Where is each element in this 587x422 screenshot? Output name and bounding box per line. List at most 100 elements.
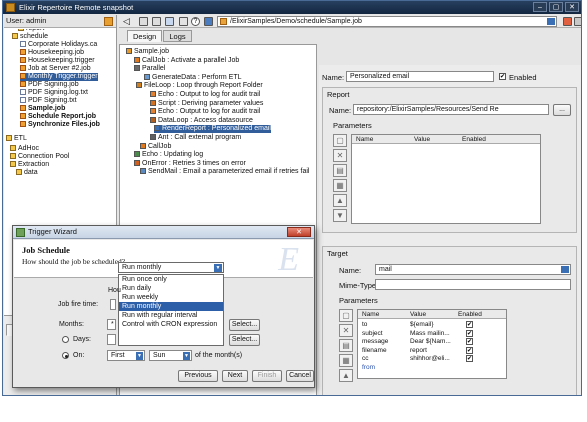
on-radio[interactable] <box>62 352 69 359</box>
move-up-icon[interactable]: ▲ <box>333 194 347 207</box>
job-tree-item[interactable]: Sample.job <box>126 48 169 56</box>
table-row[interactable]: message Dear ${Nam... ✔ <box>358 338 506 346</box>
job-tree-item[interactable]: Echo : Updating log <box>134 151 203 159</box>
move-up-target-icon[interactable]: ▲ <box>339 369 353 382</box>
tree-item[interactable]: Connection Pool <box>10 153 69 161</box>
days-radio[interactable] <box>62 336 69 343</box>
copy-param-icon[interactable]: ▤ <box>333 164 347 177</box>
save-all-icon[interactable] <box>152 17 161 26</box>
param-enabled-checkbox[interactable]: ✔ <box>466 355 473 362</box>
table-row[interactable]: filename report ✔ <box>358 346 506 355</box>
back-icon[interactable]: ◁ <box>123 17 132 26</box>
export-icon[interactable] <box>165 17 174 26</box>
tab-design[interactable]: Design <box>127 30 163 42</box>
schedule-select[interactable]: Run monthly ▼ <box>118 262 224 273</box>
name-input[interactable]: Personalized email <box>346 71 494 82</box>
day-dropdown-icon[interactable]: ▼ <box>183 352 190 360</box>
tree-item[interactable]: Corporate Holidays.ca <box>20 41 97 49</box>
close-doc-icon[interactable] <box>563 17 572 26</box>
path-dropdown-icon[interactable] <box>547 18 555 25</box>
param-enabled-checkbox[interactable]: ✔ <box>466 321 473 328</box>
job-tree-item[interactable]: Echo : Output to log for audit trail <box>150 108 260 116</box>
job-tree-item[interactable]: SendMail : Email a parameterized email i… <box>140 168 309 176</box>
copy-target-param-icon[interactable]: ▤ <box>339 339 353 352</box>
tree-item[interactable]: Job at Server #2.job <box>20 65 91 73</box>
select-months-button[interactable]: Select... <box>229 319 260 331</box>
job-tree-item[interactable]: DataLoop : Access datasource <box>150 116 253 125</box>
cancel-button[interactable]: Cancel <box>286 370 314 382</box>
job-tree-item[interactable]: Parallel <box>134 65 165 73</box>
months-input[interactable]: * <box>107 319 116 330</box>
add-target-param-icon[interactable]: ▢ <box>339 309 353 322</box>
on-ordinal-select[interactable]: First ▼ <box>107 350 145 361</box>
tree-item[interactable]: AdHoc <box>10 145 39 153</box>
close-icon[interactable]: ✕ <box>565 2 579 12</box>
job-tree-item[interactable]: CallJob : Activate a parallel Job <box>134 56 239 65</box>
job-tree-item[interactable]: FileLoop : Loop through Report Folder <box>136 82 263 90</box>
target-name-select[interactable]: mail <box>375 264 571 275</box>
tree-item[interactable]: Housekeeping.trigger <box>20 57 95 65</box>
tree-item[interactable]: PDF Signing.log.txt <box>20 89 88 97</box>
schedule-option[interactable]: Run once only <box>119 275 223 284</box>
table-row[interactable]: from <box>358 364 506 372</box>
schedule-option[interactable]: Run with regular interval <box>119 311 223 320</box>
browse-button[interactable]: ... <box>553 104 571 116</box>
help-icon[interactable]: ? <box>191 17 200 26</box>
add-param-icon[interactable]: ▢ <box>333 134 347 147</box>
settings-icon[interactable] <box>179 17 188 26</box>
previous-button[interactable]: Previous <box>178 370 218 382</box>
job-tree-item[interactable]: Echo : Output to log for audit trail <box>150 91 260 99</box>
tree-item[interactable]: Extraction <box>10 161 49 169</box>
job-tree-item[interactable]: GenerateData : Perform ETL <box>144 73 241 82</box>
report-name-input[interactable]: repository:/ElixirSamples/Resources/Send… <box>353 104 549 115</box>
tree-item[interactable]: Schedule Report.job <box>20 113 96 121</box>
schedule-option[interactable]: Run monthly <box>119 302 223 311</box>
schedule-option[interactable]: Run weekly <box>119 293 223 302</box>
delete-param-icon[interactable]: ✕ <box>333 149 347 162</box>
tree-item[interactable]: data <box>16 169 38 177</box>
dialog-close-icon[interactable]: ✕ <box>287 227 311 237</box>
mime-input[interactable] <box>375 279 571 290</box>
tree-item[interactable]: PDF Signing.txt <box>20 97 77 105</box>
fire-time-input[interactable] <box>110 299 116 310</box>
table-row[interactable]: to ${email} ✔ <box>358 321 506 329</box>
tree-item[interactable]: Synchronize Files.job <box>20 121 100 129</box>
view-icon[interactable] <box>204 17 213 26</box>
tree-item[interactable]: Monthly Trigger.trigger <box>20 73 98 81</box>
tab-logs[interactable]: Logs <box>163 30 192 42</box>
path-field[interactable]: /ElixirSamples/Demo/schedule/Sample.job <box>217 16 557 27</box>
schedule-option[interactable]: Run daily <box>119 284 223 293</box>
select-days-button[interactable]: Select... <box>229 334 260 346</box>
job-tree-item[interactable]: Ant : Call external program <box>150 134 241 142</box>
param-enabled-checkbox[interactable]: ✔ <box>466 346 473 354</box>
job-tree-item[interactable]: RenderReport : Personalized email <box>154 125 271 134</box>
param-enabled-checkbox[interactable]: ✔ <box>466 338 473 345</box>
target-dropdown-icon[interactable] <box>561 266 569 273</box>
job-tree-item[interactable]: OnError : Retries 3 times on error <box>134 159 246 168</box>
days-input[interactable] <box>107 334 116 345</box>
minimize-icon[interactable]: – <box>533 2 547 12</box>
chevron-down-icon[interactable]: ▼ <box>214 264 222 272</box>
save-icon[interactable] <box>139 17 148 26</box>
table-row[interactable]: subject Mass mailin... ✔ <box>358 329 506 338</box>
job-tree-item[interactable]: Script : Deriving parameter values <box>150 99 263 108</box>
tree-item[interactable]: PDF Signing.job <box>20 81 79 89</box>
enabled-checkbox[interactable]: ✔ <box>499 73 506 80</box>
on-day-select[interactable]: Sun ▼ <box>149 350 192 361</box>
ordinal-dropdown-icon[interactable]: ▼ <box>136 352 143 360</box>
maximize-icon[interactable]: ▢ <box>549 2 563 12</box>
delete-target-param-icon[interactable]: ✕ <box>339 324 353 337</box>
move-down-icon[interactable]: ▼ <box>333 209 347 222</box>
tree-item[interactable]: Housekeeping.job <box>20 49 84 57</box>
tree-item[interactable]: schedule <box>12 33 48 41</box>
table-row[interactable]: cc shihhor@eli... ✔ <box>358 355 506 363</box>
tree-item[interactable]: ETL <box>6 135 27 143</box>
job-tree-item[interactable]: CallJob <box>140 142 171 151</box>
home-icon[interactable] <box>104 17 113 26</box>
finish-button[interactable]: Finish <box>252 370 282 382</box>
paste-target-param-icon[interactable]: ▦ <box>339 354 353 367</box>
param-enabled-checkbox[interactable]: ✔ <box>466 329 473 337</box>
paste-param-icon[interactable]: ▦ <box>333 179 347 192</box>
schedule-option[interactable]: Control with CRON expression <box>119 320 223 329</box>
tree-item[interactable]: Sample.job <box>20 105 65 113</box>
